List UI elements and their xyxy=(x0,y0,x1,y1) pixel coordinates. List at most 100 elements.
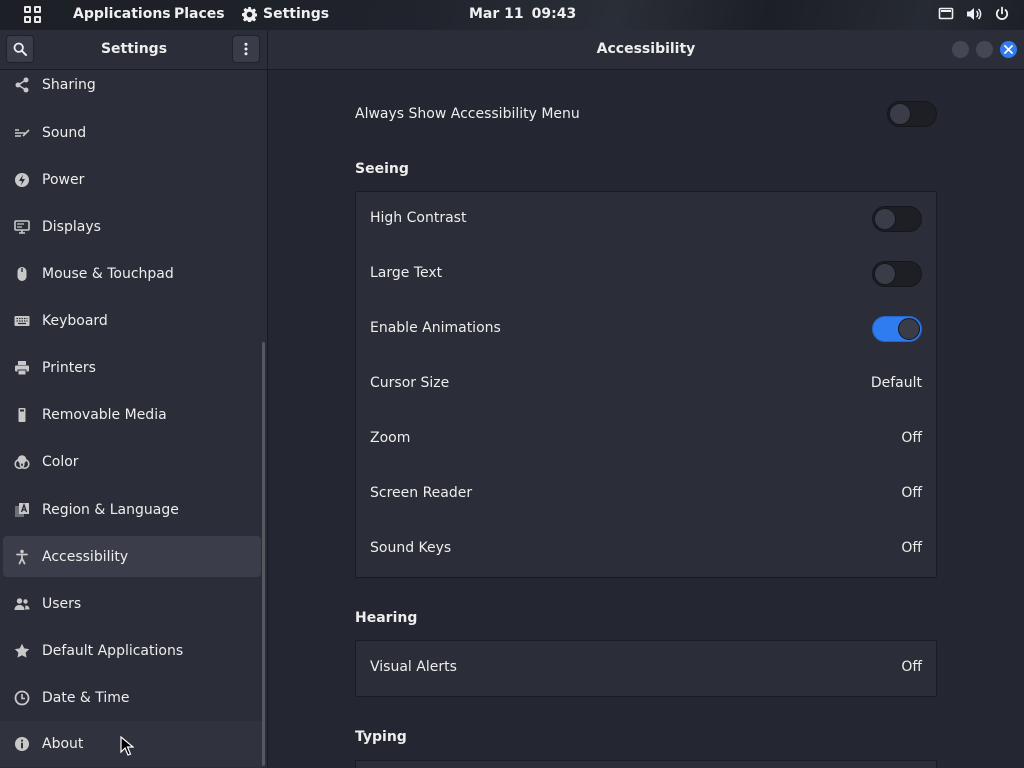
switch-knob xyxy=(889,103,911,125)
large-text-row[interactable]: Large Text xyxy=(356,247,936,302)
sidebar-item-power[interactable]: Power xyxy=(3,159,261,200)
close-icon xyxy=(1004,45,1013,54)
sidebar-item-color[interactable]: Color xyxy=(3,441,261,482)
color-icon xyxy=(14,454,30,470)
sidebar: Sharing Sound Power Displays Mouse & Tou… xyxy=(0,70,268,768)
close-button[interactable] xyxy=(1000,41,1017,58)
sidebar-item-keyboard[interactable]: Keyboard xyxy=(3,300,261,341)
applications-menu[interactable]: Applications xyxy=(73,6,171,22)
row-value: Default xyxy=(870,375,922,391)
sidebar-item-label: Removable Media xyxy=(42,406,167,423)
header-bar-sidebar: Settings xyxy=(0,30,268,70)
sidebar-item-region-language[interactable]: Region & Language xyxy=(3,489,261,530)
sidebar-item-sound[interactable]: Sound xyxy=(3,112,261,153)
keyboard-icon xyxy=(14,313,30,329)
sidebar-item-label: Sound xyxy=(42,124,87,141)
power-icon xyxy=(14,172,30,188)
sidebar-item-label: Date & Time xyxy=(42,689,130,706)
sidebar-item-label: Mouse & Touchpad xyxy=(42,265,174,282)
row-label: Cursor Size xyxy=(370,375,450,391)
typing-list xyxy=(355,760,937,768)
mouse-icon xyxy=(14,266,30,282)
accessibility-panel: Always Show Accessibility Menu Seeing Hi… xyxy=(269,70,1024,768)
row-value: Off xyxy=(901,430,922,446)
always-show-menu-label: Always Show Accessibility Menu xyxy=(355,106,580,122)
sidebar-item-accessibility[interactable]: Accessibility xyxy=(3,536,261,577)
primary-menu-button[interactable] xyxy=(232,35,260,63)
app-menu-label: Settings xyxy=(263,6,330,22)
sidebar-item-label: Sharing xyxy=(42,76,96,93)
sidebar-item-printers[interactable]: Printers xyxy=(3,347,261,388)
info-icon xyxy=(14,736,30,752)
sidebar-item-label: Users xyxy=(42,595,82,612)
hearing-heading: Hearing xyxy=(355,610,418,626)
switch-knob xyxy=(874,208,896,230)
high-contrast-row[interactable]: High Contrast xyxy=(356,192,936,247)
sidebar-item-mouse-touchpad[interactable]: Mouse & Touchpad xyxy=(3,253,261,294)
sidebar-item-label: Default Applications xyxy=(42,642,184,659)
large-text-switch[interactable] xyxy=(872,261,922,287)
volume-icon[interactable] xyxy=(966,6,982,22)
screen-icon[interactable] xyxy=(938,6,954,22)
sound-keys-row[interactable]: Sound Keys Off xyxy=(356,522,936,577)
row-label: Screen Reader xyxy=(370,485,473,501)
sidebar-title: Settings xyxy=(100,41,168,57)
enable-animations-row[interactable]: Enable Animations xyxy=(356,302,936,357)
sidebar-item-label: Printers xyxy=(42,359,96,376)
maximize-button[interactable] xyxy=(976,41,993,58)
printer-icon xyxy=(14,360,30,376)
apps-grid-icon[interactable] xyxy=(24,6,42,24)
sidebar-item-label: Keyboard xyxy=(42,312,108,329)
gear-icon xyxy=(242,6,257,22)
sidebar-item-date-time[interactable]: Date & Time xyxy=(3,677,261,718)
switch-knob xyxy=(874,263,896,285)
row-label: Large Text xyxy=(370,265,443,281)
always-show-accessibility-menu-row[interactable]: Always Show Accessibility Menu xyxy=(355,94,937,136)
row-value: Off xyxy=(901,540,922,556)
switch-knob xyxy=(898,318,920,340)
row-label: Zoom xyxy=(370,430,411,446)
cursor-size-row[interactable]: Cursor Size Default xyxy=(356,357,936,412)
hearing-list: Visual Alerts Off xyxy=(355,640,937,697)
sidebar-item-label: About xyxy=(42,736,84,752)
visual-alerts-row[interactable]: Visual Alerts Off xyxy=(356,641,936,696)
seeing-heading: Seeing xyxy=(355,161,409,177)
row-label: Visual Alerts xyxy=(370,659,457,675)
places-menu[interactable]: Places xyxy=(174,6,225,22)
app-menu[interactable]: Settings xyxy=(242,6,329,22)
sound-icon xyxy=(14,125,30,141)
sidebar-item-label: Accessibility xyxy=(42,548,129,565)
sidebar-item-label: Color xyxy=(42,453,79,470)
more-vertical-icon xyxy=(244,42,248,56)
users-icon xyxy=(14,596,30,612)
clock-time: 09:43 xyxy=(531,6,577,22)
clock-date: Mar 11 xyxy=(469,6,524,22)
power-menu-icon[interactable] xyxy=(994,6,1010,22)
sidebar-item-default-applications[interactable]: Default Applications xyxy=(3,630,261,671)
mouse-pointer-icon xyxy=(120,736,134,756)
zoom-row[interactable]: Zoom Off xyxy=(356,412,936,467)
row-label: Sound Keys xyxy=(370,540,452,556)
seeing-list: High Contrast Large Text Enable Animatio… xyxy=(355,191,937,578)
row-label: High Contrast xyxy=(370,210,467,226)
row-label: Enable Animations xyxy=(370,320,501,336)
row-value: Off xyxy=(901,659,922,675)
settings-window: Settings Accessibility Sharing Sound Pow… xyxy=(0,30,1024,768)
star-icon xyxy=(14,643,30,659)
high-contrast-switch[interactable] xyxy=(872,206,922,232)
region-language-icon xyxy=(14,502,30,518)
sidebar-scrollbar[interactable] xyxy=(262,342,265,766)
sidebar-item-displays[interactable]: Displays xyxy=(3,206,261,247)
clock[interactable]: Mar 11 09:43 xyxy=(469,6,576,22)
sidebar-item-sharing[interactable]: Sharing xyxy=(3,70,261,105)
system-tray[interactable] xyxy=(938,6,1010,22)
display-icon xyxy=(14,219,30,235)
sidebar-item-label: Displays xyxy=(42,218,101,235)
minimize-button[interactable] xyxy=(952,41,969,58)
sidebar-item-removable-media[interactable]: Removable Media xyxy=(3,394,261,435)
enable-animations-switch[interactable] xyxy=(872,316,922,342)
screen-reader-row[interactable]: Screen Reader Off xyxy=(356,467,936,522)
always-show-menu-switch[interactable] xyxy=(887,101,937,127)
sidebar-item-users[interactable]: Users xyxy=(3,583,261,624)
sidebar-item-label: Region & Language xyxy=(42,501,179,518)
